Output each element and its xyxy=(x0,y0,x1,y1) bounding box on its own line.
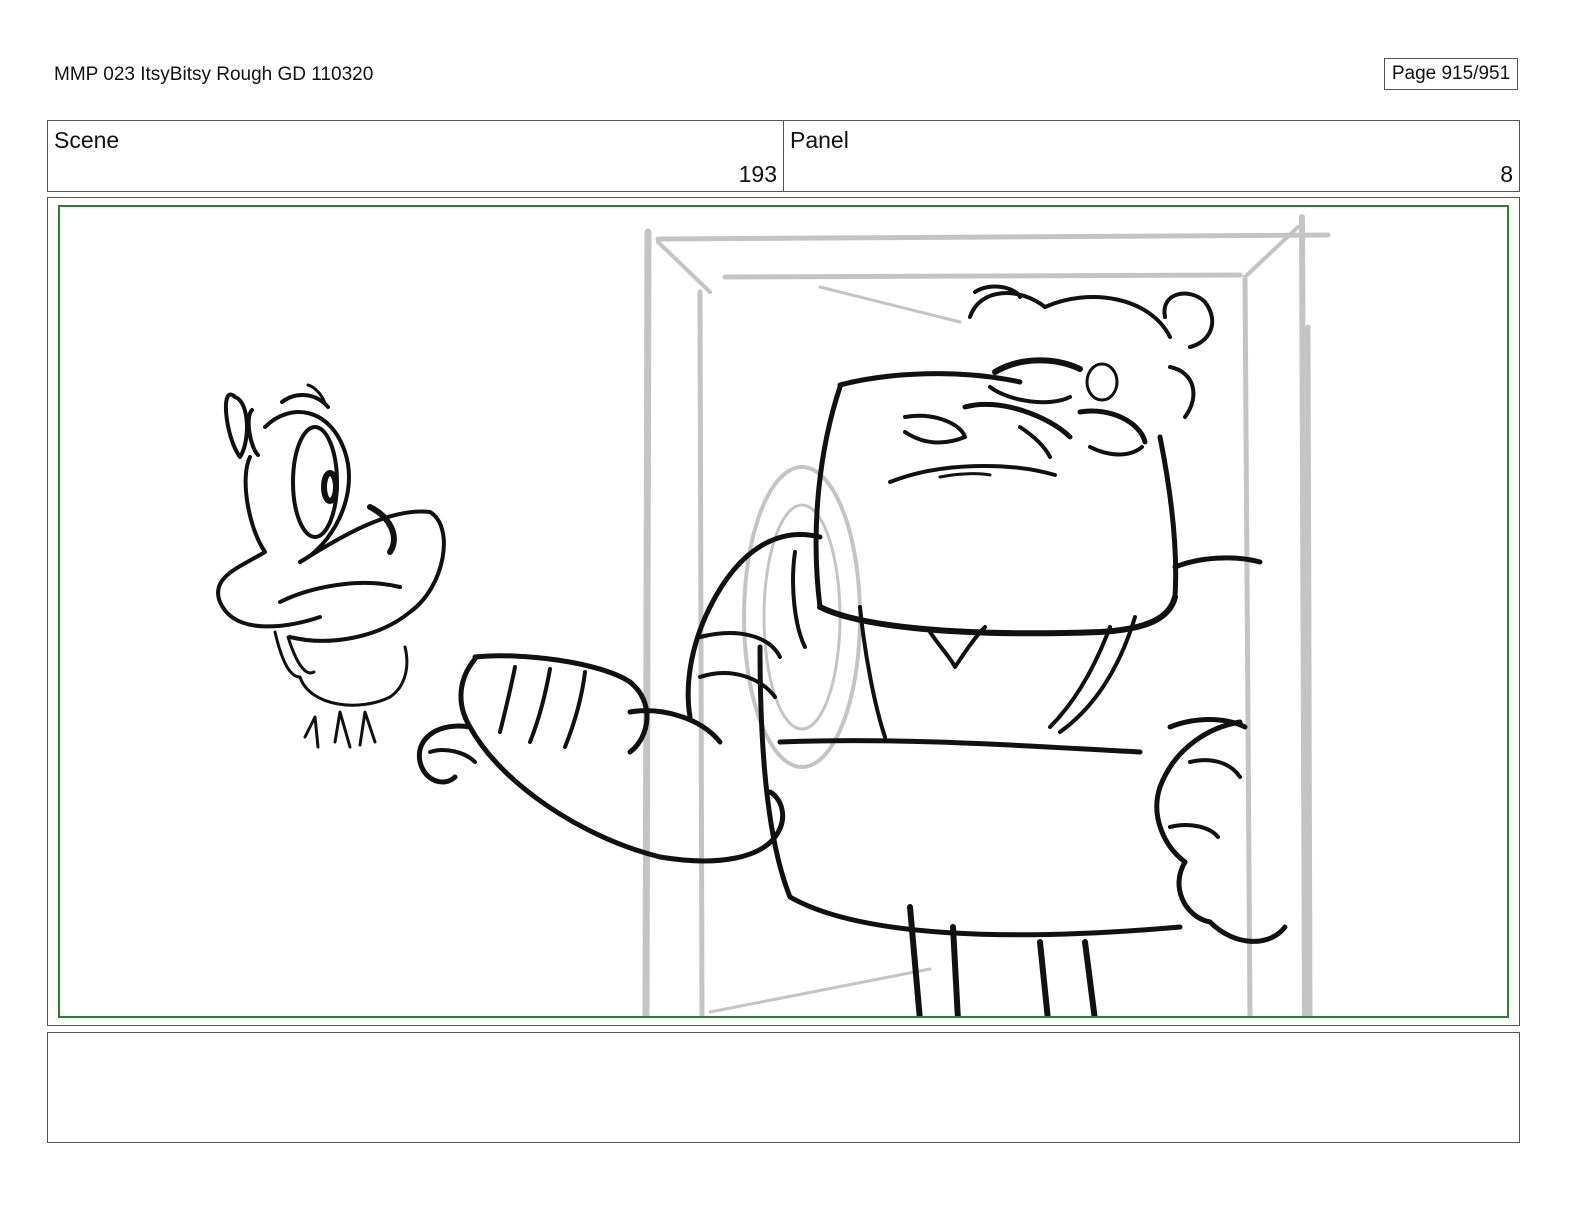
page-number-badge: Page 915/951 xyxy=(1384,58,1518,90)
storyboard-sketch xyxy=(216,214,1331,1016)
scene-panel-header: Scene 193 Panel 8 xyxy=(47,120,1520,192)
scene-number: 193 xyxy=(738,161,777,187)
panel-notes-box xyxy=(47,1032,1520,1143)
panel-label: Panel xyxy=(790,127,849,153)
small-bird-character xyxy=(216,383,446,749)
doorway-sketch xyxy=(642,214,1331,1016)
scene-cell: Scene 193 xyxy=(48,121,784,191)
panel-number: 8 xyxy=(1500,161,1513,187)
large-character xyxy=(416,284,1288,1016)
document-title: MMP 023 ItsyBitsy Rough GD 110320 xyxy=(54,64,374,85)
panel-cell: Panel 8 xyxy=(784,121,1519,191)
storyboard-drawing-area xyxy=(58,205,1509,1018)
scene-label: Scene xyxy=(54,127,120,153)
